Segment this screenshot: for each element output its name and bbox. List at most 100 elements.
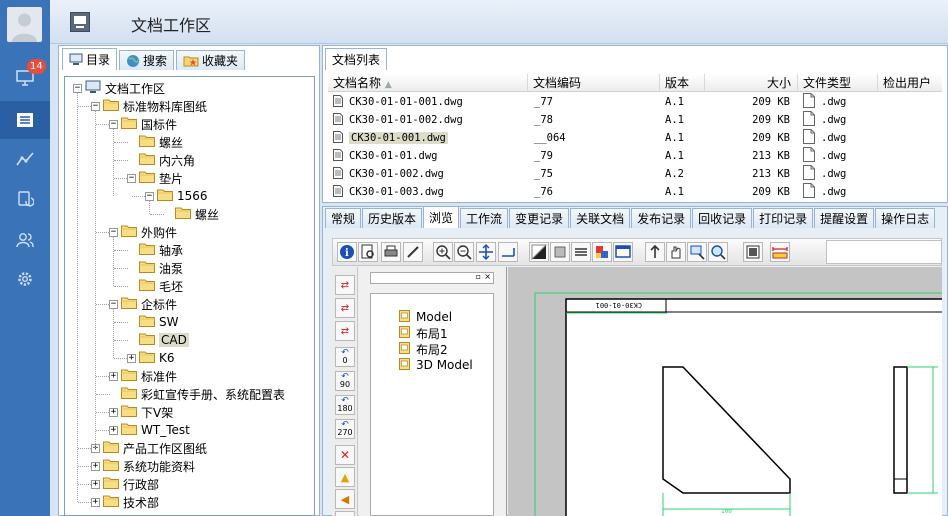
layers-button[interactable] xyxy=(571,242,591,262)
zoom-extent-button[interactable] xyxy=(708,242,728,262)
col-size[interactable]: 大小 xyxy=(705,74,798,91)
hand-pan-button[interactable] xyxy=(666,242,686,262)
info-button[interactable]: i xyxy=(337,242,357,262)
zoom-in-button[interactable] xyxy=(433,242,453,262)
tree-node[interactable]: + 系统功能资料 xyxy=(91,457,195,475)
tree-node[interactable]: 螺丝 xyxy=(127,133,183,151)
tab-detail[interactable]: 变更记录 xyxy=(509,208,570,228)
tree-node[interactable]: + 产品工作区图纸 xyxy=(91,439,207,457)
expand-icon[interactable]: + xyxy=(109,371,118,381)
rotate-0-button[interactable]: ↶ 0 xyxy=(335,347,355,367)
tab-detail[interactable]: 操作日志 xyxy=(875,208,936,228)
nav-documents[interactable] xyxy=(0,101,50,139)
tab-file-list[interactable]: 文档列表 xyxy=(325,48,388,70)
nav-settings[interactable] xyxy=(0,260,50,298)
flip-vertical-button[interactable]: ⇄ xyxy=(335,321,355,341)
tab-detail[interactable]: 常规 xyxy=(325,208,362,228)
tree-node[interactable]: 彩虹宣传手册、系统配置表 xyxy=(109,385,285,403)
nav-sync[interactable] xyxy=(0,180,50,218)
rotate-180-button[interactable]: ↶ 180 xyxy=(335,395,355,415)
col-type[interactable]: 文件类型 xyxy=(798,74,878,91)
table-row[interactable]: CK30-01-003.dwg _76 A.1 209 KB .dwg xyxy=(328,183,942,201)
tree-node[interactable]: 内六角 xyxy=(127,151,195,169)
expand-icon[interactable]: + xyxy=(91,461,100,471)
tree-node[interactable]: − 标准物料库图纸 xyxy=(91,97,207,115)
col-version[interactable]: 版本 xyxy=(660,74,705,91)
properties-button[interactable] xyxy=(743,242,763,262)
tree-root[interactable]: − 文档工作区 xyxy=(73,79,165,97)
zoom-out-button[interactable] xyxy=(454,242,474,262)
tab-detail[interactable]: 浏览 xyxy=(423,206,460,228)
col-code[interactable]: 文档编码 xyxy=(528,74,660,91)
expand-icon[interactable]: + xyxy=(91,497,100,507)
tree-node[interactable]: 油泵 xyxy=(127,259,183,277)
tab-detail[interactable]: 工作流 xyxy=(460,208,509,228)
expand-icon[interactable]: + xyxy=(109,425,118,435)
restore-icon[interactable]: ▫ xyxy=(476,272,481,281)
tab-detail[interactable]: 发布记录 xyxy=(631,208,692,228)
layout-item[interactable]: Model xyxy=(399,309,452,325)
background-toggle-button[interactable] xyxy=(529,242,549,262)
nav-trend[interactable] xyxy=(0,140,50,178)
tree-node[interactable]: + 下V架 xyxy=(109,403,173,421)
arrow-left2-button[interactable]: ◀ xyxy=(335,511,355,516)
tab-catalog[interactable]: 目录 xyxy=(62,48,118,70)
pan-arrows-button[interactable] xyxy=(476,242,496,262)
select-arrow-button[interactable] xyxy=(645,242,665,262)
tree-node[interactable]: − 企标件 xyxy=(109,295,177,313)
layer-box-button[interactable] xyxy=(550,242,570,262)
tree-node[interactable]: − 国标件 xyxy=(109,115,177,133)
tab-detail[interactable]: 打印记录 xyxy=(753,208,814,228)
tab-detail[interactable]: 历史版本 xyxy=(362,208,423,228)
tab-favorites[interactable]: 收藏夹 xyxy=(176,50,246,70)
expand-icon[interactable]: + xyxy=(91,479,100,489)
rotate-90-button[interactable]: ↶ 90 xyxy=(335,371,355,391)
collapse-icon[interactable]: − xyxy=(127,173,136,183)
table-row[interactable]: CK30-01-01-002.dwg _78 A.1 209 KB .dwg xyxy=(328,111,942,129)
tab-detail[interactable]: 回收记录 xyxy=(692,208,753,228)
flip-horizontal-button[interactable]: ⇄ xyxy=(335,298,355,318)
expand-icon[interactable]: + xyxy=(109,407,118,417)
tree-node[interactable]: − 垫片 xyxy=(127,169,183,187)
drawing-canvas[interactable]: CK30-01-001 100 xyxy=(508,267,942,516)
print-button[interactable] xyxy=(381,242,401,262)
layout-item[interactable]: 3D Model xyxy=(399,357,473,373)
tree-node[interactable]: 毛坯 xyxy=(127,277,183,295)
tree-node[interactable]: − 外购件 xyxy=(109,223,177,241)
tree-node[interactable]: + 行政部 xyxy=(91,475,159,493)
expand-icon[interactable]: + xyxy=(127,353,136,363)
table-row[interactable]: CK30-01-01.dwg _79 A.1 213 KB .dwg xyxy=(328,147,942,165)
tab-search[interactable]: 搜索 xyxy=(119,50,175,70)
collapse-icon[interactable]: − xyxy=(91,101,100,111)
nav-users[interactable] xyxy=(0,221,50,259)
tree-node[interactable]: + K6 xyxy=(127,349,175,367)
measure-button[interactable] xyxy=(498,242,518,262)
col-checkout[interactable]: 检出用户 xyxy=(878,74,942,91)
layout-item[interactable]: 布局2 xyxy=(399,341,448,357)
table-row[interactable]: CK30-01-01-001.dwg _77 A.1 209 KB .dwg xyxy=(328,93,942,111)
delete-markup-button[interactable]: ✕ xyxy=(335,445,355,465)
markup-button[interactable] xyxy=(403,242,423,262)
avatar[interactable] xyxy=(7,7,42,42)
color-button[interactable] xyxy=(592,242,612,262)
collapse-icon[interactable]: − xyxy=(109,227,118,237)
collapse-icon[interactable]: − xyxy=(145,191,154,201)
tree-node[interactable]: + 标准件 xyxy=(109,367,177,385)
col-name[interactable]: 文档名称 ▲ xyxy=(328,74,528,91)
tree-node[interactable]: 轴承 xyxy=(127,241,183,259)
tree-node[interactable]: CAD xyxy=(127,331,189,349)
collapse-icon[interactable]: − xyxy=(73,83,82,93)
table-row[interactable]: CK30-01-001.dwg __064 A.1 209 KB .dwg xyxy=(328,129,942,147)
tree-node[interactable]: 螺丝 xyxy=(163,205,219,223)
window-button[interactable] xyxy=(613,242,633,262)
collapse-icon[interactable]: − xyxy=(109,299,118,309)
arrow-left-button[interactable]: ◀ xyxy=(335,489,355,509)
print-preview-button[interactable] xyxy=(358,242,378,262)
table-row[interactable]: CK30-01-002.dwg _75 A.2 213 KB .dwg xyxy=(328,165,942,183)
tree-node[interactable]: − 1566 xyxy=(145,187,208,205)
collapse-icon[interactable]: − xyxy=(109,119,118,129)
tree-node[interactable]: SW xyxy=(127,313,178,331)
warning-button[interactable]: ▲ xyxy=(335,467,355,487)
tree-node[interactable]: + WT_Test xyxy=(109,421,190,439)
tab-detail[interactable]: 提醒设置 xyxy=(814,208,875,228)
